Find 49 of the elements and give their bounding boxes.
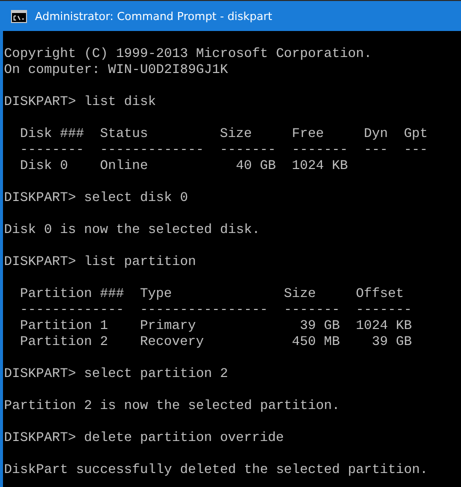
table-cell-text: 39 GB <box>370 335 412 351</box>
table-cell-text: Partition 1 <box>20 319 109 335</box>
command-text: list partition <box>84 255 196 271</box>
console-output-line: Partition 2 is now the selected partition. <box>4 399 341 415</box>
prompt-label: DISKPART> <box>4 431 76 447</box>
column-rule: --- <box>364 143 388 159</box>
table-cell: 1024 KB <box>356 319 412 335</box>
console-output-line: Disk 0 is now the selected disk. <box>4 223 261 239</box>
column-rule: -------- <box>20 143 84 159</box>
command-text: select partition 2 <box>84 367 228 383</box>
table-cell-text: 40 GB <box>234 159 276 175</box>
table-cell-text: 39 GB <box>298 319 340 335</box>
column-heading: Free <box>292 127 325 143</box>
column-rule: --- <box>404 143 428 159</box>
prompt-label: DISKPART> <box>4 255 76 271</box>
table-cell-text: 450 MB <box>290 335 340 351</box>
column-rule: ------- <box>356 303 412 319</box>
table-cell-text: Primary <box>140 319 197 335</box>
column-heading: Size <box>284 287 317 303</box>
column-rule: ------------- <box>20 303 124 319</box>
console-output-line: DiskPart successfully deleted the selected partition. <box>4 463 429 479</box>
column-heading: Disk ### <box>20 127 84 143</box>
table-cell-text: Disk 0 <box>20 159 69 175</box>
column-heading: Dyn <box>364 127 388 143</box>
console-output-line: On computer: WIN-U0D2I89GJ1K <box>4 63 229 79</box>
column-heading: Partition ### <box>20 287 124 303</box>
column-heading: Type <box>140 287 173 303</box>
console-output-line: Copyright (C) 1999-2013 Microsoft Corporation. <box>4 47 373 63</box>
prompt-label: DISKPART> <box>4 191 76 207</box>
table-cell-text: Recovery <box>140 335 205 351</box>
table-cell-text: Partition 2 <box>20 335 109 351</box>
column-rule: ------- <box>292 143 348 159</box>
table-cell: 1024 KB <box>292 159 348 175</box>
column-heading: Size <box>220 127 253 143</box>
column-heading: Offset <box>356 287 405 303</box>
prompt-label: DISKPART> <box>4 95 76 111</box>
column-heading: Gpt <box>404 127 428 143</box>
column-rule: ------- <box>220 143 276 159</box>
column-heading: Status <box>100 127 149 143</box>
command-text: list disk <box>84 95 156 111</box>
column-rule: ------------- <box>100 143 204 159</box>
column-rule: ------- <box>284 303 340 319</box>
column-rule: ---------------- <box>140 303 268 319</box>
command-text: select disk 0 <box>84 191 188 207</box>
console-icon <box>11 10 27 22</box>
prompt-label: DISKPART> <box>4 367 76 383</box>
command-text: delete partition override <box>84 431 284 447</box>
table-cell-text: Online <box>100 159 149 175</box>
window-title: Administrator: Command Prompt - diskpart <box>35 10 272 22</box>
